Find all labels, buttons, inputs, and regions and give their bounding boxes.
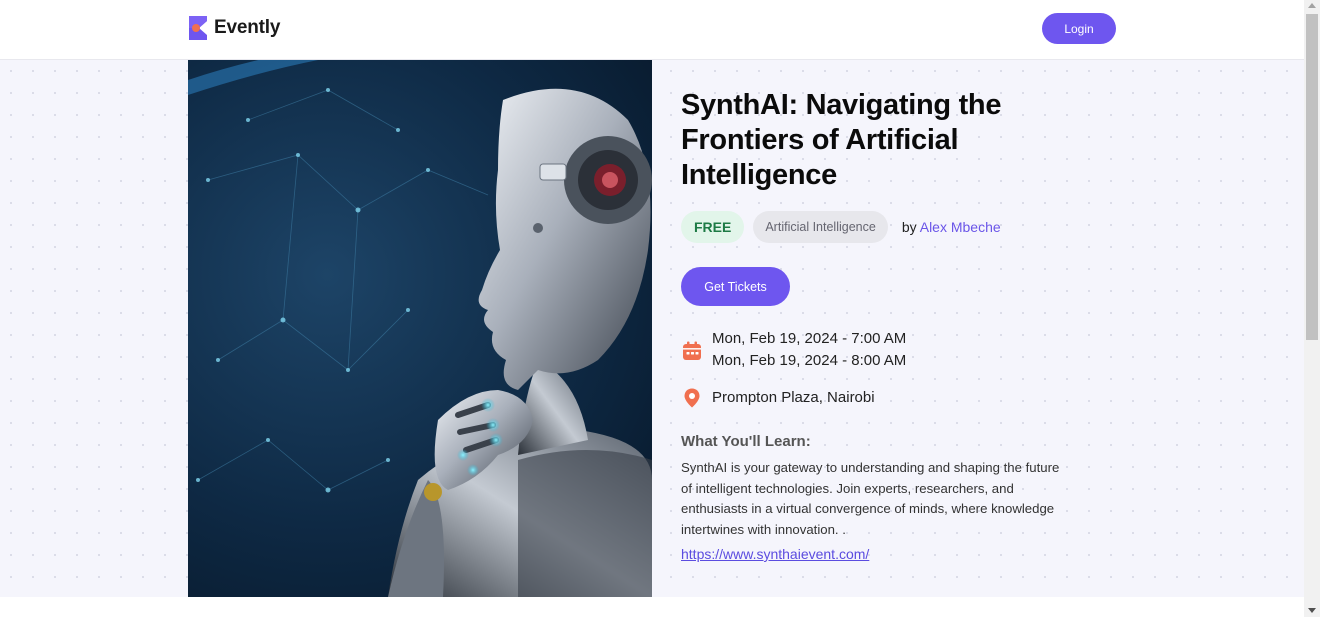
organizer-prefix: by: [901, 219, 917, 235]
calendar-icon: [683, 341, 701, 360]
event-start-datetime: Mon, Feb 19, 2024 - 7:00 AM: [712, 330, 907, 347]
event-meta: FREE Artificial Intelligence by Alex Mbe…: [681, 210, 1081, 244]
location-pin-icon: [684, 388, 700, 408]
get-tickets-button[interactable]: Get Tickets: [681, 267, 790, 306]
event-title: SynthAI: Navigating the Frontiers of Art…: [681, 89, 1002, 191]
evently-logo-icon: [189, 16, 207, 40]
robot-illustration: [188, 60, 652, 597]
category-badge: Artificial Intelligence: [753, 211, 888, 243]
organizer: by Alex Mbeche: [902, 219, 1001, 235]
page-scrollbar[interactable]: [1304, 0, 1320, 617]
price-badge: FREE: [681, 211, 745, 243]
scroll-up-arrow-icon[interactable]: [1308, 3, 1316, 8]
event-details-section: SynthAI: Navigating the Frontiers of Art…: [0, 60, 1304, 597]
scrollbar-thumb[interactable]: [1306, 14, 1318, 340]
event-description: SynthAI is your gateway to understanding…: [681, 460, 1060, 537]
event-website-link[interactable]: https://www.synthaievent.com/: [681, 546, 869, 562]
event-location-row: Prompton Plaza, Nairobi: [681, 387, 1081, 409]
login-button[interactable]: Login: [1042, 13, 1116, 44]
event-info: SynthAI: Navigating the Frontiers of Art…: [681, 88, 1081, 564]
organizer-name: Alex Mbeche: [919, 219, 1001, 235]
event-end-datetime: Mon, Feb 19, 2024 - 8:00 AM: [712, 352, 907, 369]
site-header: Evently Login: [0, 0, 1304, 60]
event-dates: Mon, Feb 19, 2024 - 7:00 AM Mon, Feb 19,…: [681, 328, 1081, 372]
brand-logo[interactable]: Evently: [188, 15, 280, 41]
learn-heading: What You'll Learn:: [681, 433, 811, 450]
event-date-range: Mon, Feb 19, 2024 - 7:00 AM Mon, Feb 19,…: [712, 328, 906, 372]
event-hero-image: [188, 60, 652, 597]
brand-name: Evently: [214, 17, 281, 38]
scroll-down-arrow-icon[interactable]: [1308, 608, 1316, 613]
event-location: Prompton Plaza, Nairobi: [712, 389, 875, 406]
